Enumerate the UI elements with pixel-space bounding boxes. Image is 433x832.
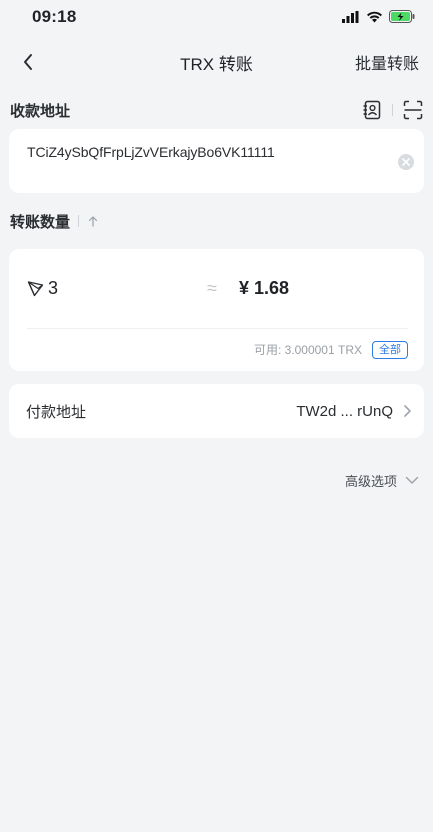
contact-book-icon[interactable] — [362, 100, 382, 120]
status-icons — [342, 10, 415, 23]
fiat-value: ¥ 1.68 — [239, 278, 290, 298]
close-icon — [402, 158, 410, 166]
advanced-options-label: 高级选项 — [344, 473, 397, 489]
advanced-options-toggle[interactable]: 高级选项 — [0, 438, 433, 522]
available-row: 可用: 3.000001 TRX 全部 — [27, 329, 408, 370]
amount-label: 转账数量 — [10, 213, 71, 231]
chevron-left-icon — [24, 54, 32, 70]
payer-address-row[interactable]: 付款地址 TW2d ... rUnQ — [9, 384, 424, 438]
approx-symbol: ≈ — [207, 278, 217, 298]
nav-bar: TRX 转账 批量转账 — [0, 33, 433, 91]
amount-input[interactable]: 3 — [27, 278, 58, 299]
recipient-address-field[interactable]: TCiZ4ySbQfFrpLjZvVErkajyBo6VK11111 — [9, 129, 424, 193]
tron-icon — [27, 281, 44, 297]
cellular-signal-icon — [342, 10, 359, 23]
wifi-icon — [367, 11, 382, 22]
recipient-actions — [362, 100, 423, 120]
payer-label: 付款地址 — [26, 403, 87, 421]
icon-divider — [392, 104, 393, 116]
payer-value-group: TW2d ... rUnQ — [296, 403, 412, 420]
payer-address: TW2d ... rUnQ — [296, 402, 393, 420]
chevron-right-icon — [404, 405, 411, 417]
recipient-address-value: TCiZ4ySbQfFrpLjZvVErkajyBo6VK11111 — [27, 144, 275, 160]
back-button[interactable] — [14, 48, 42, 76]
amount-value: 3 — [48, 278, 59, 298]
recipient-header: 收款地址 — [0, 91, 433, 129]
clear-icon[interactable] — [398, 154, 414, 170]
status-time: 09:18 — [32, 6, 77, 26]
all-button[interactable]: 全部 — [372, 340, 408, 359]
amount-card: 3 ≈ ¥ 1.68 可用: 3.000001 TRX 全部 — [9, 249, 424, 371]
amount-header: 转账数量 — [0, 193, 433, 249]
arrow-up-icon[interactable] — [87, 215, 99, 227]
available-balance: 可用: 3.000001 TRX — [253, 343, 362, 357]
amount-input-row: 3 ≈ ¥ 1.68 — [27, 249, 408, 329]
chevron-down-icon — [405, 476, 419, 484]
battery-charging-icon — [389, 10, 415, 23]
amount-divider — [78, 215, 80, 227]
scan-icon[interactable] — [403, 100, 423, 120]
status-bar: 09:18 — [0, 0, 433, 33]
batch-transfer-button[interactable]: 批量转账 — [355, 50, 419, 74]
recipient-label: 收款地址 — [10, 102, 71, 120]
